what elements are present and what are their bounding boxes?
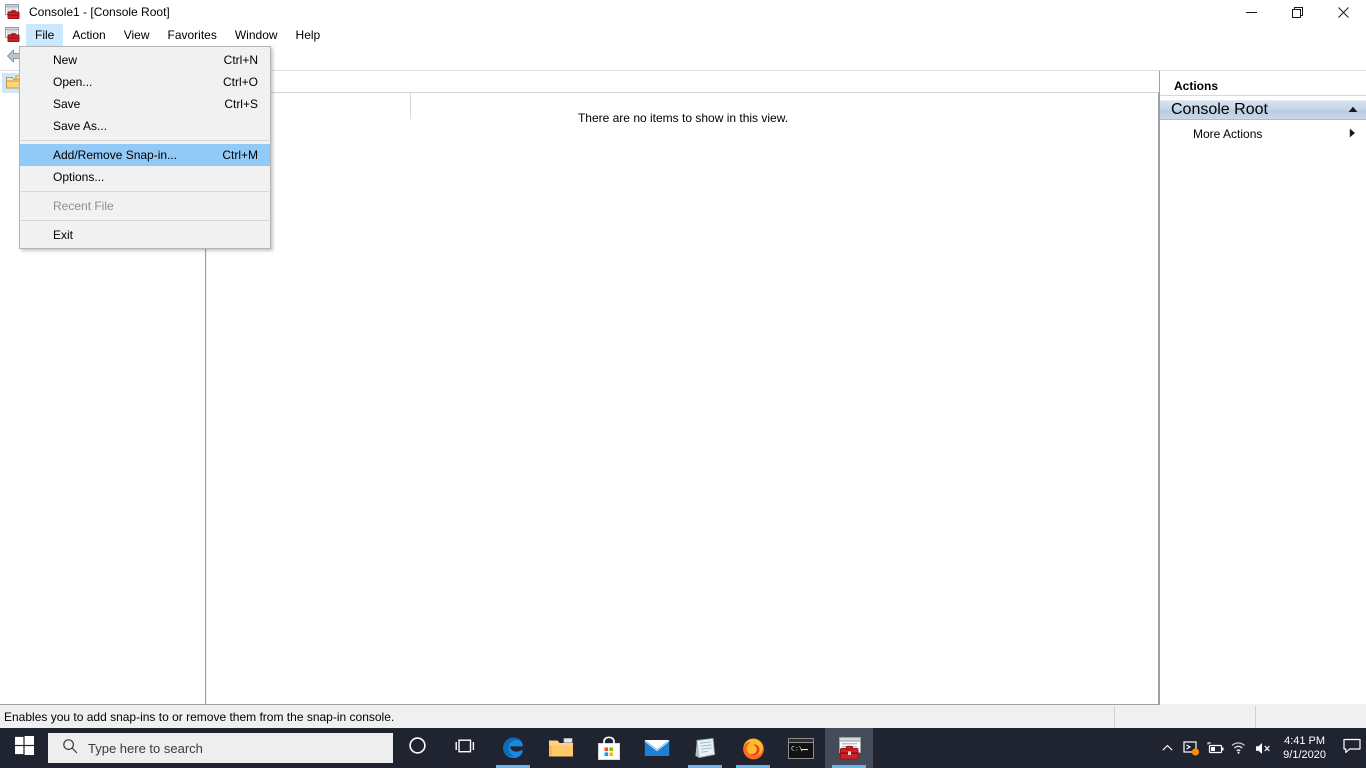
status-segment-1 xyxy=(1114,706,1255,728)
minimize-button[interactable] xyxy=(1228,0,1274,24)
taskbar-app-mmc-console[interactable] xyxy=(825,728,873,768)
file-menu-recent-file: Recent File xyxy=(20,195,270,217)
search-box[interactable]: Type here to search xyxy=(48,733,393,763)
file-menu-exit[interactable]: Exit xyxy=(20,224,270,246)
status-segment-2 xyxy=(1255,706,1366,728)
system-tray: 4:41 PM 9/1/2020 xyxy=(1155,728,1366,768)
file-menu-dropdown: New Ctrl+N Open... Ctrl+O Save Ctrl+S Sa… xyxy=(19,46,271,249)
cortana-circle-icon xyxy=(408,736,427,760)
file-menu-new[interactable]: New Ctrl+N xyxy=(20,49,270,71)
actions-item-more-actions[interactable]: More Actions xyxy=(1160,123,1366,145)
windows-logo-icon xyxy=(14,736,34,760)
menu-favorites[interactable]: Favorites xyxy=(159,24,226,46)
menu-accelerator: Ctrl+O xyxy=(222,75,258,89)
status-bar: Enables you to add snap-ins to or remove… xyxy=(0,706,1366,728)
actions-group-label: Console Root xyxy=(1171,101,1268,118)
task-view-button[interactable] xyxy=(441,728,489,768)
menu-label: Open... xyxy=(53,75,93,89)
taskbar-app-microsoft-store[interactable] xyxy=(585,728,633,768)
task-view-icon xyxy=(455,737,475,760)
menu-bar: File Action View Favorites Window Help xyxy=(0,24,1366,68)
search-input-placeholder: Type here to search xyxy=(88,740,203,756)
menu-label: Save As... xyxy=(53,119,108,133)
menu-window[interactable]: Window xyxy=(226,24,287,46)
taskbar-app-file-explorer[interactable] xyxy=(537,728,585,768)
status-bar-text: Enables you to add snap-ins to or remove… xyxy=(4,710,395,724)
menu-label: Recent File xyxy=(53,199,114,213)
file-menu-options[interactable]: Options... xyxy=(20,166,270,188)
menu-label: Exit xyxy=(53,228,74,242)
maximize-button[interactable] xyxy=(1274,0,1320,24)
result-pane: There are no items to show in this view. xyxy=(207,71,1159,704)
menu-help[interactable]: Help xyxy=(287,24,330,46)
svg-text:C:\: C:\ xyxy=(791,744,803,752)
taskbar-app-list: C:\ xyxy=(489,728,873,768)
chevron-up-icon xyxy=(1162,739,1173,757)
cortana-button[interactable] xyxy=(393,728,441,768)
clock-date: 9/1/2020 xyxy=(1283,749,1326,761)
taskbar-app-command-prompt[interactable]: C:\ xyxy=(777,728,825,768)
menu-file[interactable]: File xyxy=(26,24,64,46)
taskbar-app-mail[interactable] xyxy=(633,728,681,768)
title-bar[interactable]: Console1 - [Console Root] xyxy=(0,0,1366,24)
menu-label: Save xyxy=(53,97,81,111)
actions-group-console-root[interactable]: Console Root xyxy=(1160,100,1366,120)
menu-accelerator: Ctrl+M xyxy=(222,148,258,162)
actions-pane-title: Actions xyxy=(1160,76,1366,96)
empty-view-message: There are no items to show in this view. xyxy=(577,111,789,125)
file-menu-save-as[interactable]: Save As... xyxy=(20,115,270,137)
menu-view[interactable]: View xyxy=(115,24,159,46)
file-menu-open[interactable]: Open... Ctrl+O xyxy=(20,71,270,93)
actions-item-label: More Actions xyxy=(1193,127,1263,141)
wifi-icon[interactable] xyxy=(1227,728,1251,768)
menu-accelerator: Ctrl+S xyxy=(224,97,258,111)
battery-icon[interactable] xyxy=(1203,728,1227,768)
action-center-button[interactable] xyxy=(1338,728,1366,768)
start-button[interactable] xyxy=(0,728,48,768)
window-controls xyxy=(1228,0,1366,24)
menu-label: Add/Remove Snap-in... xyxy=(53,148,178,162)
menu-separator xyxy=(21,191,269,192)
taskbar-app-firefox[interactable] xyxy=(729,728,777,768)
file-menu-save[interactable]: Save Ctrl+S xyxy=(20,93,270,115)
show-hidden-icons-button[interactable] xyxy=(1155,728,1179,768)
taskbar-app-sticky-notes[interactable] xyxy=(681,728,729,768)
chevron-right-icon xyxy=(1349,127,1356,141)
taskbar: Type here to search C:\ 4:41 PM 9/1/2020 xyxy=(0,728,1366,768)
result-column-header[interactable] xyxy=(207,71,1159,93)
menu-action[interactable]: Action xyxy=(63,24,114,46)
screen: Console1 - [Console Root] File Action Vi… xyxy=(0,0,1366,768)
volume-muted-icon[interactable] xyxy=(1251,728,1275,768)
menu-item-list: File Action View Favorites Window Help xyxy=(26,24,329,46)
network-alert-icon[interactable] xyxy=(1179,728,1203,768)
clock-time: 4:41 PM xyxy=(1284,735,1326,747)
search-icon xyxy=(62,738,78,759)
taskbar-app-microsoft-edge[interactable] xyxy=(489,728,537,768)
action-center-icon xyxy=(1343,738,1361,759)
menu-label: Options... xyxy=(53,170,105,184)
menu-separator xyxy=(21,220,269,221)
mmc-small-icon xyxy=(5,27,22,43)
menu-accelerator: Ctrl+N xyxy=(223,53,258,67)
mmc-icon xyxy=(5,4,22,20)
window-title: Console1 - [Console Root] xyxy=(29,5,170,19)
actions-pane: Actions Console Root More Actions xyxy=(1160,71,1366,704)
clock[interactable]: 4:41 PM 9/1/2020 xyxy=(1275,728,1338,768)
mmc-console-window: Console1 - [Console Root] File Action Vi… xyxy=(0,0,1366,728)
chevron-up-icon[interactable] xyxy=(1348,105,1358,115)
file-menu-add-remove-snapin[interactable]: Add/Remove Snap-in... Ctrl+M xyxy=(20,144,270,166)
pane-bottom-border xyxy=(0,704,1159,705)
menu-label: New xyxy=(53,53,78,67)
close-button[interactable] xyxy=(1320,0,1366,24)
menu-separator xyxy=(21,140,269,141)
